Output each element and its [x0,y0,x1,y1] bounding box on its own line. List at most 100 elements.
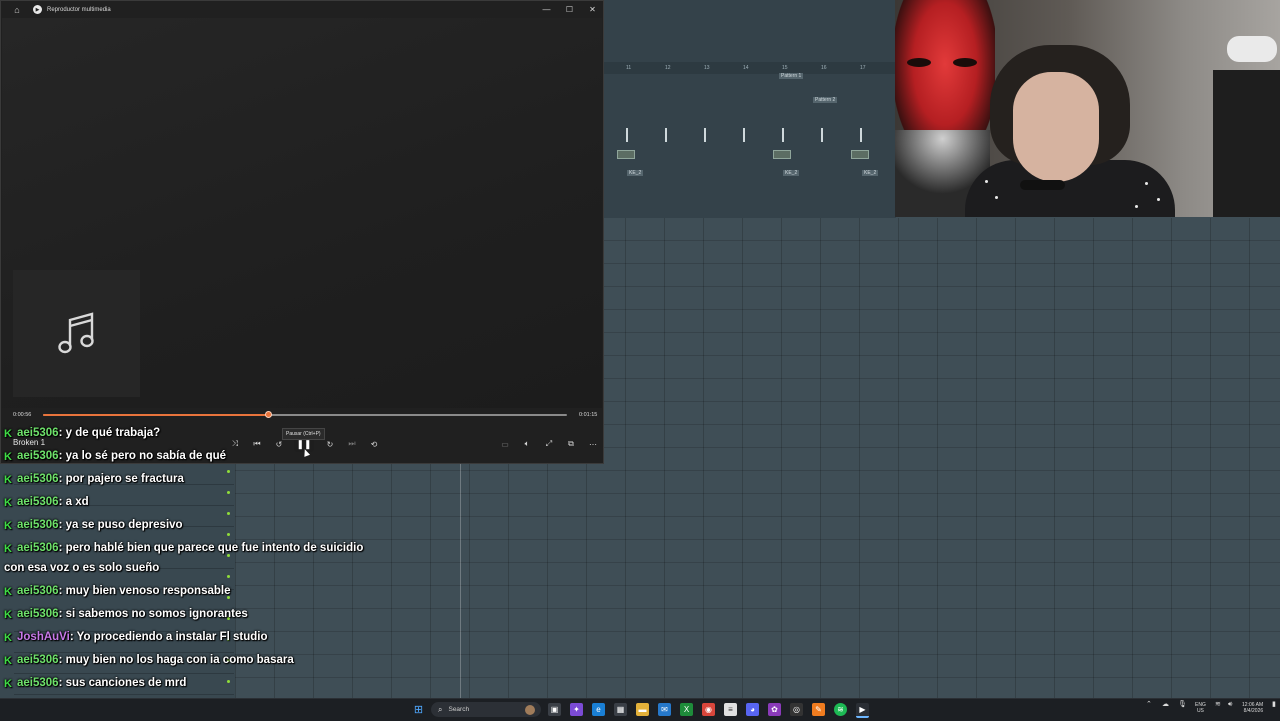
seek-bar[interactable] [43,411,567,418]
task-view-icon[interactable]: ▣ [548,703,561,716]
rack-row[interactable] [14,506,234,527]
jacket-stud [1145,182,1148,185]
pattern-clip-label[interactable]: Pattern 2 [813,97,838,103]
notepad-icon[interactable]: ≡ [724,703,737,716]
volume-icon[interactable]: 🔈︎ [520,437,534,451]
spotify-icon[interactable]: ≋ [834,703,847,716]
mail-icon[interactable]: ✉ [658,703,671,716]
more-options-icon[interactable]: ⋯ [586,437,600,451]
rack-row[interactable] [14,590,234,611]
rack-led [227,554,230,557]
app-icon[interactable]: ✿ [768,703,781,716]
pattern-clip[interactable] [821,128,823,142]
windows-taskbar: ⊞ ⌕ Search ▣ ✦ e ▦ ▬ ✉ X ◉ ≡ ◕ ✿ ◎ ✎ ≋ ▶… [0,698,1280,721]
rack-led [227,575,230,578]
pattern-clip[interactable] [782,128,784,142]
excel-icon[interactable]: X [680,703,693,716]
ruler-tick: 17 [860,65,866,71]
jacket-stud [1135,205,1138,208]
clip-label[interactable]: KE_2 [783,170,800,176]
pattern-clip-label[interactable]: Pattern 1 [779,73,804,79]
edge-icon[interactable]: e [592,703,605,716]
speaker-icon[interactable]: 🔊︎ [1228,701,1232,708]
minimize-button[interactable]: — [535,1,558,18]
rack-led [227,659,230,662]
elapsed-time: 0:00:56 [13,412,32,418]
media-player-taskbar-icon[interactable]: ▶ [856,703,869,718]
jacket-stud [1157,198,1160,201]
search-icon: ⌕ [438,704,443,714]
chrome-icon[interactable]: ◉ [702,703,715,716]
obs-icon[interactable]: ◎ [790,703,803,716]
pattern-clip[interactable] [704,128,706,142]
media-player-app-icon: ▶ [33,5,42,14]
rack-led [227,638,230,641]
windows-start-icon[interactable]: ⊞ [412,703,425,716]
previous-icon[interactable]: ⏮ [250,437,264,451]
copilot-icon[interactable]: ✦ [570,703,583,716]
clip-label[interactable]: KE_2 [627,170,644,176]
wifi-icon[interactable]: ≋ [1215,701,1221,708]
jacket-stud [995,196,998,199]
rack-row[interactable] [14,527,234,548]
clock[interactable]: 12:06 AM 8/4/2026 [1242,702,1263,714]
close-button[interactable]: ✕ [581,1,604,18]
ruler-tick: 13 [704,65,710,71]
pattern-clip[interactable] [860,128,862,142]
notifications-icon[interactable]: ▮ [1272,701,1276,708]
store-icon[interactable]: ▦ [614,703,627,716]
audio-clip[interactable] [851,150,869,159]
forward-30-icon[interactable]: ↻ [323,437,337,451]
rack-row[interactable] [14,674,234,695]
taskbar-search[interactable]: ⌕ Search [431,702,541,717]
audio-clip[interactable] [617,150,635,159]
search-placeholder: Search [448,706,470,713]
total-time: 0:01:15 [579,412,598,418]
search-highlight-icon [525,704,535,715]
repeat-off-icon[interactable]: ⟲ [367,437,381,451]
file-explorer-icon[interactable]: ▬ [636,703,649,716]
ruler-tick: 12 [665,65,671,71]
channel-rack[interactable] [0,464,235,698]
audio-clip[interactable] [773,150,791,159]
game-controller [1227,36,1277,62]
shuffle-icon[interactable]: ⤨ [228,437,242,451]
mask-eye [907,58,931,67]
rack-led [227,617,230,620]
language-indicator[interactable]: ENG US [1195,702,1206,714]
ruler-tick: 16 [821,65,827,71]
discord-icon[interactable]: ◕ [746,703,759,716]
fullscreen-icon[interactable]: ⤢ [542,437,556,451]
cloud-icon[interactable]: ☁ [1162,701,1169,708]
pattern-clip[interactable] [665,128,667,142]
next-icon[interactable]: ⏭ [345,437,359,451]
clock-date: 8/4/2026 [1243,708,1264,714]
rack-row[interactable] [14,548,234,569]
seek-bar-row: 0:00:56 0:01:15 [1,407,603,423]
rack-led [227,491,230,494]
title-bar[interactable]: ⌂ ▶ Reproductor multimedia — ☐ ✕ [1,1,603,18]
miniplayer-icon[interactable]: ▭ [498,437,512,451]
media-player-window[interactable]: ⌂ ▶ Reproductor multimedia — ☐ ✕ 0:00:56… [0,0,604,464]
clip-label[interactable]: KE_2 [862,170,879,176]
rack-row[interactable] [14,653,234,674]
maximize-button[interactable]: ☐ [558,1,581,18]
rack-led [227,533,230,536]
rack-row[interactable] [14,569,234,590]
playlist-playhead[interactable] [460,464,461,698]
rack-row[interactable] [14,611,234,632]
rack-row[interactable] [14,464,234,485]
home-icon[interactable]: ⌂ [10,3,24,17]
rack-row[interactable] [14,485,234,506]
seek-bar-thumb[interactable] [264,411,272,418]
pattern-clip[interactable] [626,128,628,142]
rack-row[interactable] [14,632,234,653]
microphone-icon[interactable]: 🎙︎ [1178,701,1187,708]
keyboard-layout: US [1196,708,1204,714]
playlist-ruler[interactable]: 11 12 13 14 15 16 17 [604,62,896,74]
pattern-clip[interactable] [743,128,745,142]
fl-studio-icon[interactable]: ✎ [812,703,825,716]
compact-view-icon[interactable]: ⧉ [564,437,578,451]
tray-overflow-icon[interactable]: ⌃ [1146,701,1152,708]
playlist-pattern-area[interactable] [604,0,896,218]
